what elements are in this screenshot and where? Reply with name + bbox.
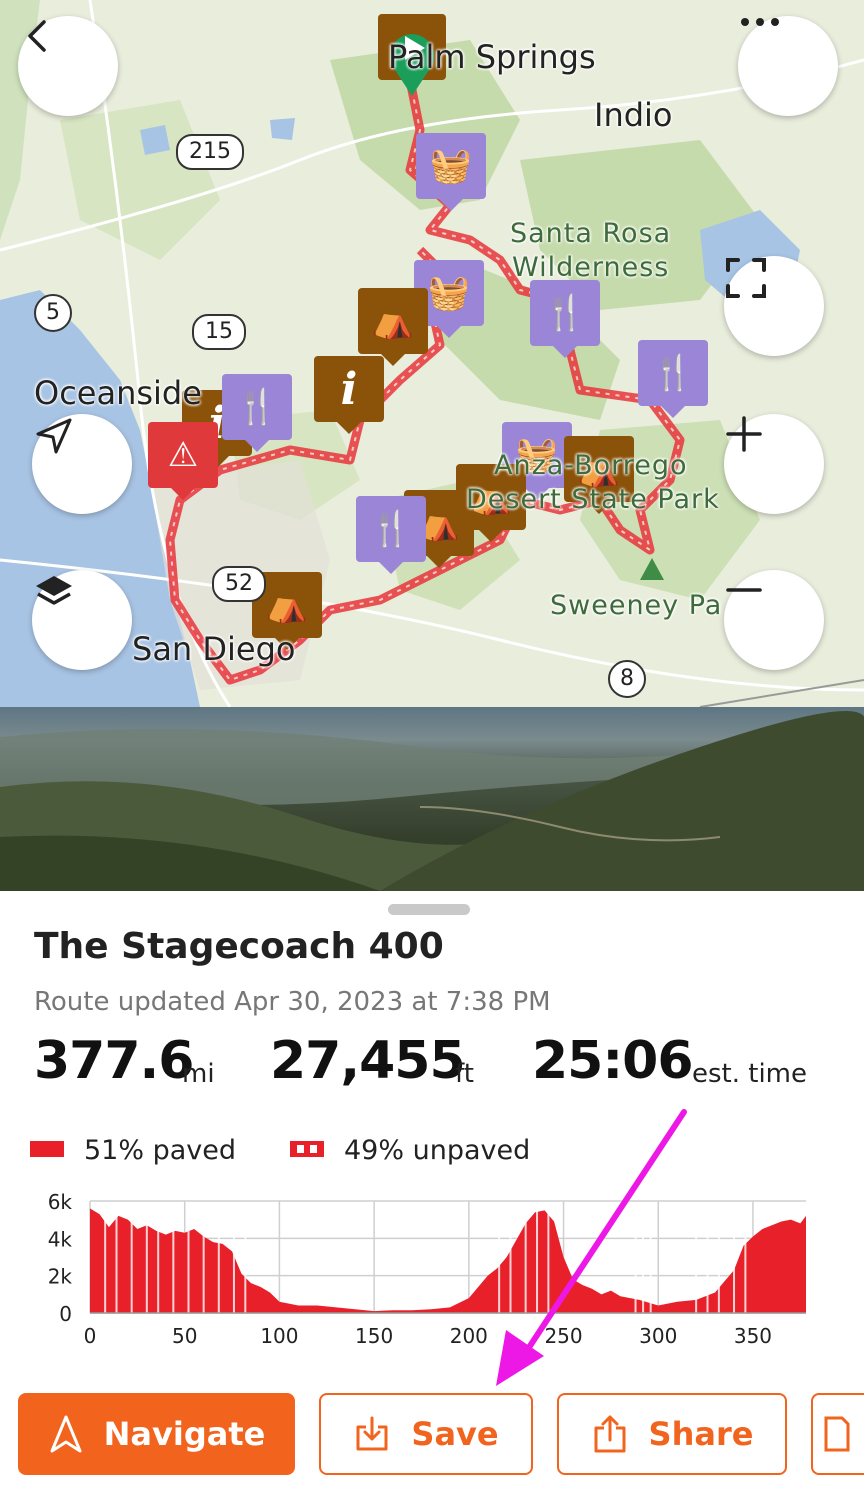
place-label: Oceanside — [34, 374, 202, 412]
place-label: San Diego — [132, 630, 296, 668]
y-tick-label: 6k — [48, 1190, 73, 1214]
route-map[interactable]: 🧺 🧺 ⛺ 🍴 🍴 i i 🍴 ⚠ 🧺 ⛺ ⛺ ⛺ 🍴 ⛺ Palm Sprin… — [0, 0, 864, 707]
landscape-image — [0, 711, 864, 891]
chevron-left-icon — [28, 20, 46, 52]
highway-shield: 52 — [212, 566, 266, 602]
highway-shield: 15 — [192, 314, 246, 350]
highway-shield: 8 — [608, 660, 646, 698]
layers-icon — [36, 576, 72, 605]
route-details-sheet: The Stagecoach 400 Route updated Apr 30,… — [0, 891, 864, 1496]
zoom-out-button[interactable] — [724, 570, 824, 670]
campsite-poi-icon[interactable]: ⛺ — [358, 288, 428, 366]
highway-shield: 215 — [176, 134, 244, 170]
route-photo[interactable] — [0, 707, 864, 891]
x-tick-label: 100 — [260, 1324, 298, 1348]
more-actions-button[interactable] — [811, 1393, 864, 1475]
x-tick-label: 350 — [734, 1324, 772, 1348]
restaurant-poi-icon[interactable]: 🍴 — [356, 496, 426, 574]
share-label: Share — [648, 1415, 754, 1453]
highway-shield: 5 — [34, 294, 72, 332]
elevation-chart[interactable]: 0 2k 4k 6k 0 50 100 150 200 250 300 350 — [0, 1181, 864, 1361]
x-tick-label: 300 — [639, 1324, 677, 1348]
distance-value: 377.6 — [34, 1031, 194, 1091]
unpaved-swatch — [290, 1141, 324, 1157]
fullscreen-icon — [726, 258, 766, 298]
warning-poi-icon[interactable]: ⚠ — [148, 422, 218, 500]
park-label: Santa Rosa — [510, 218, 672, 249]
zoom-in-button[interactable] — [724, 414, 824, 514]
distance-unit: mi — [182, 1059, 215, 1089]
route-updated-text: Route updated Apr 30, 2023 at 7:38 PM — [34, 987, 551, 1017]
save-label: Save — [411, 1415, 499, 1453]
y-tick-label: 2k — [48, 1265, 73, 1289]
minus-icon — [726, 588, 762, 592]
restaurant-poi-icon[interactable]: 🍴 — [530, 280, 600, 358]
restaurant-poi-icon[interactable]: 🍴 — [222, 374, 292, 452]
document-icon — [824, 1416, 850, 1452]
navigation-arrow-icon — [50, 1415, 82, 1453]
plus-icon — [726, 416, 762, 452]
route-title: The Stagecoach 400 — [34, 926, 444, 967]
time-value: 25:06 — [532, 1031, 694, 1091]
share-icon — [594, 1415, 626, 1453]
more-button[interactable] — [738, 16, 838, 116]
back-button[interactable] — [18, 16, 118, 116]
elevation-unit: ft — [455, 1059, 474, 1089]
layers-button[interactable] — [32, 570, 132, 670]
navigate-button[interactable]: Navigate — [18, 1393, 295, 1475]
y-tick-label: 4k — [48, 1227, 73, 1251]
locate-button[interactable] — [32, 414, 132, 514]
park-label: Anza-Borrego — [494, 450, 688, 481]
x-tick-label: 150 — [355, 1324, 393, 1348]
time-unit: est. time — [692, 1059, 808, 1089]
elevation-area — [90, 1208, 806, 1313]
navigate-label: Navigate — [103, 1415, 266, 1453]
sheet-drag-handle[interactable] — [388, 904, 470, 915]
ellipsis-icon — [741, 18, 779, 26]
elevation-value: 27,455 — [270, 1031, 466, 1091]
paved-label: 51% paved — [84, 1135, 237, 1166]
place-label: Indio — [594, 96, 673, 134]
x-tick-label: 0 — [84, 1324, 97, 1348]
grocery-poi-icon[interactable]: 🧺 — [416, 133, 486, 211]
x-tick-label: 200 — [450, 1324, 488, 1348]
park-label: Sweeney Pa — [550, 590, 723, 621]
park-label: Wilderness — [512, 252, 670, 283]
navigation-arrow-icon — [36, 418, 72, 454]
x-tick-label: 50 — [172, 1324, 197, 1348]
y-tick-label: 0 — [59, 1302, 72, 1326]
share-button[interactable]: Share — [557, 1393, 787, 1475]
unpaved-label: 49% unpaved — [344, 1135, 531, 1166]
fullscreen-button[interactable] — [724, 256, 824, 356]
place-label: Palm Springs — [388, 38, 596, 76]
download-icon — [356, 1416, 388, 1451]
x-tick-label: 250 — [544, 1324, 582, 1348]
save-button[interactable]: Save — [319, 1393, 533, 1475]
info-poi-icon[interactable]: i — [314, 356, 384, 434]
restaurant-poi-icon[interactable]: 🍴 — [638, 340, 708, 418]
park-label: Desert State Park — [466, 484, 720, 515]
paved-swatch — [30, 1141, 64, 1157]
